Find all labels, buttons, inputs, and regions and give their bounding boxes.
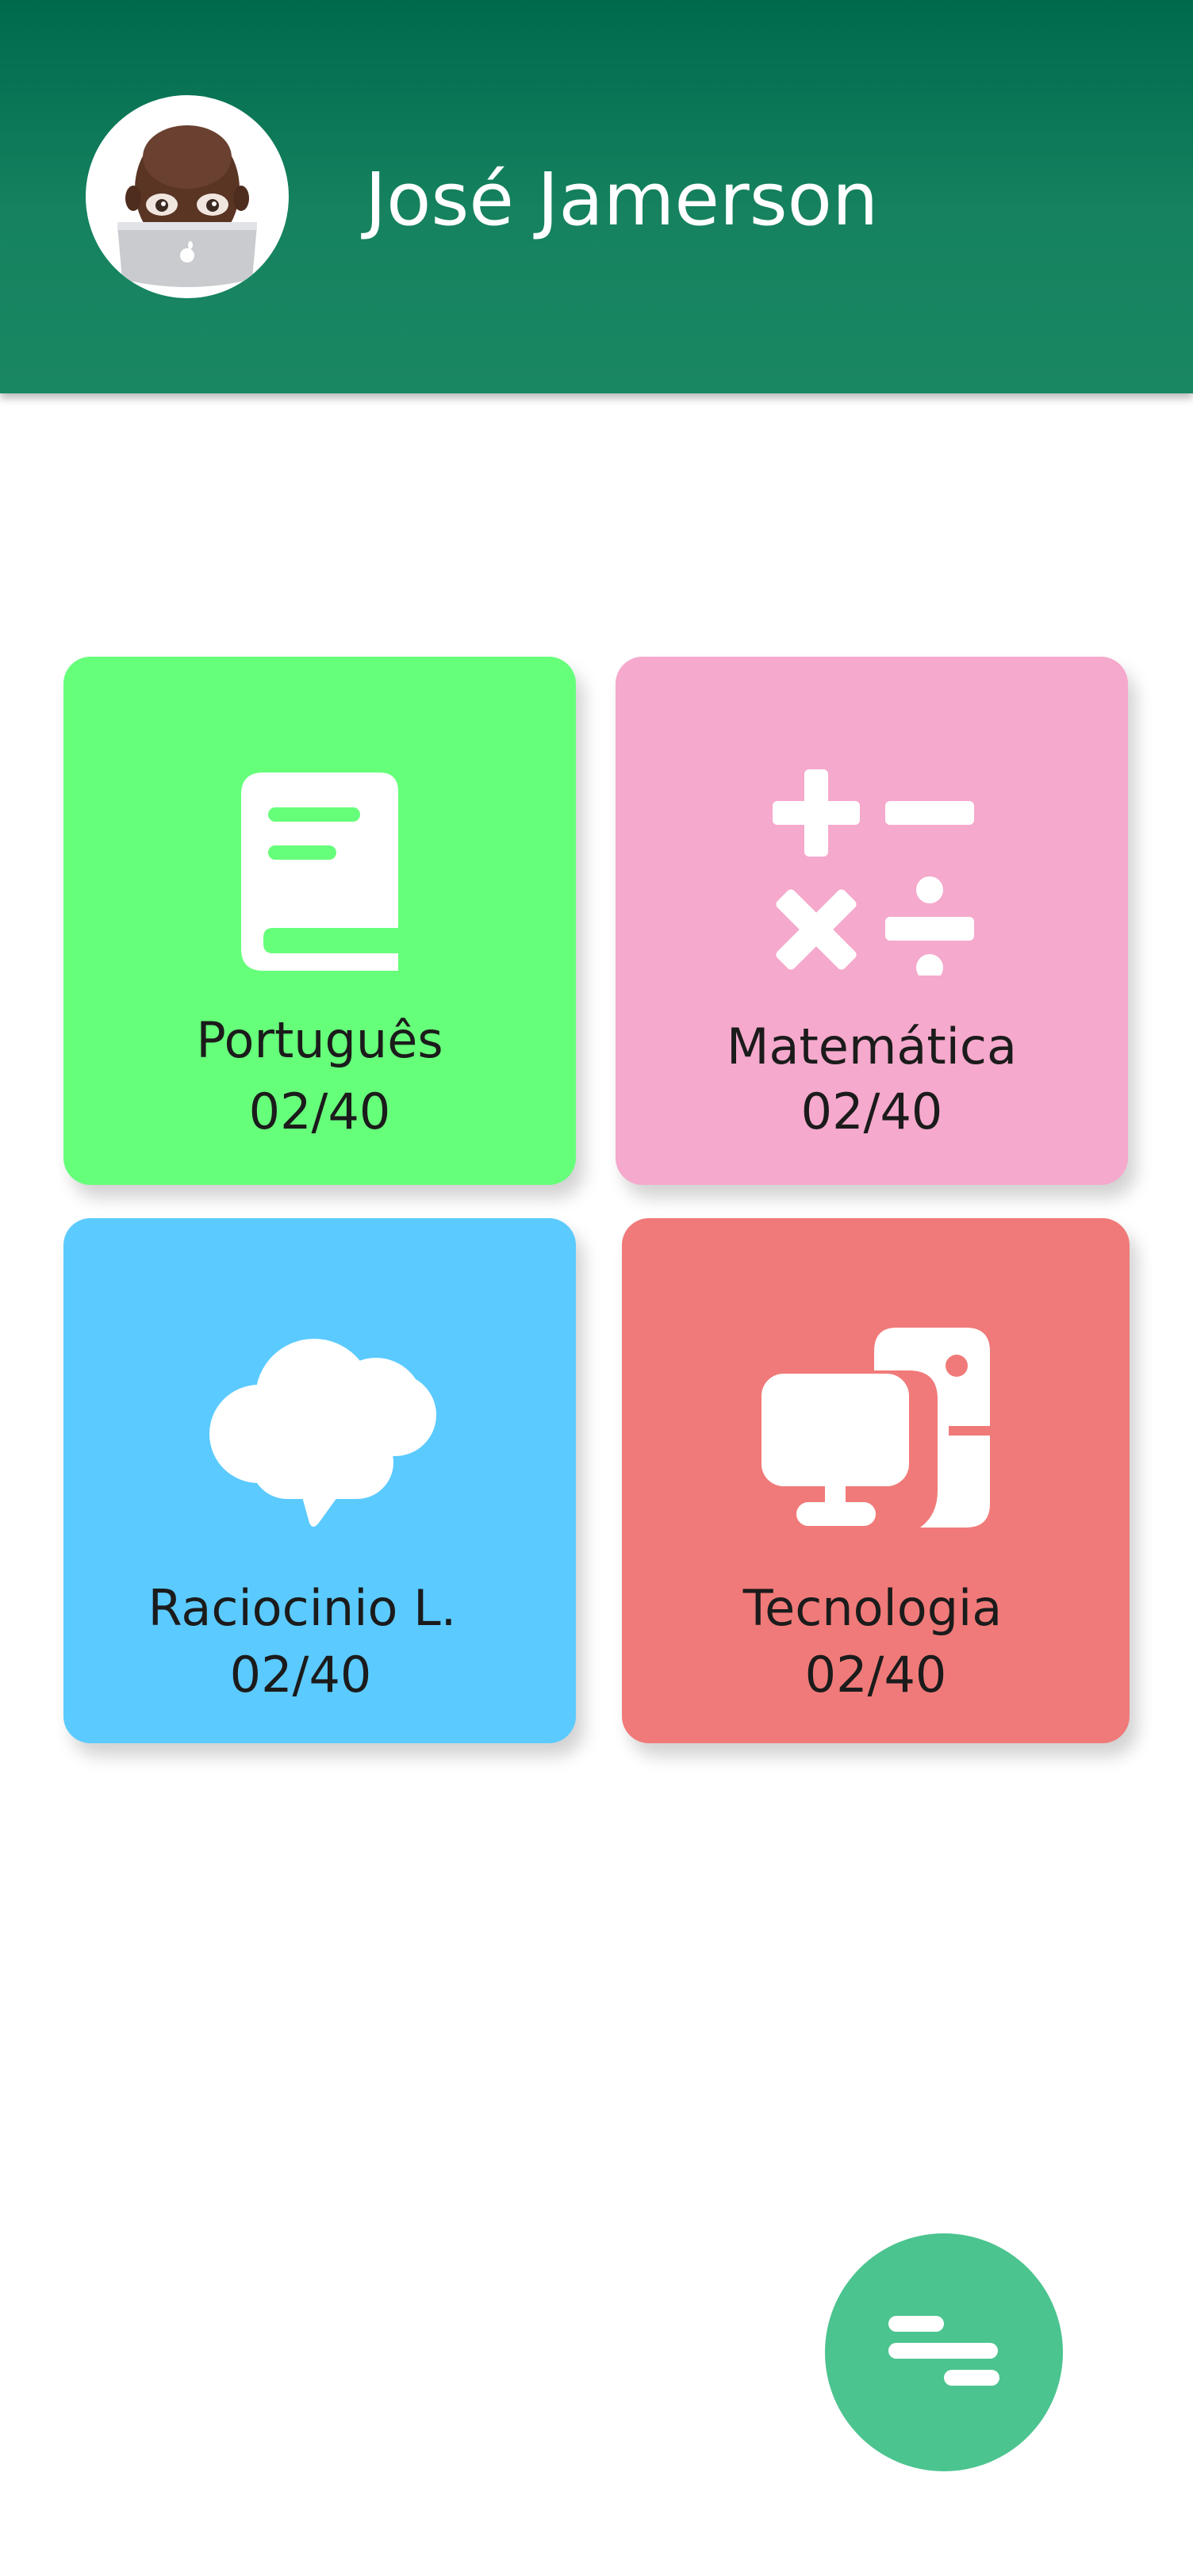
subject-score: 02/40 [800, 1083, 943, 1140]
subject-card-raciocinio[interactable]: Raciocinio L. 02/40 [63, 1218, 576, 1743]
subject-label: Raciocinio L. [148, 1579, 457, 1637]
subject-score: 02/40 [248, 1083, 391, 1140]
math-operations-icon [773, 769, 974, 976]
avatar[interactable] [86, 95, 289, 298]
computer-icon [761, 1328, 990, 1528]
brain-icon [209, 1339, 436, 1527]
memoji-avatar-icon [117, 125, 257, 287]
subject-label: Português [196, 1011, 443, 1069]
subject-score: 02/40 [804, 1646, 947, 1704]
subject-card-portugues[interactable]: Português 02/40 [63, 657, 576, 1185]
profile-header: José Jamerson [0, 0, 1193, 393]
filter-menu-button[interactable] [825, 2233, 1063, 2471]
home-screen: José Jamerson Português 02/40 Matemática… [0, 0, 1193, 2576]
subject-score: 02/40 [229, 1646, 372, 1704]
subject-label: Tecnologia [742, 1579, 1003, 1637]
subject-label: Matemática [727, 1018, 1017, 1075]
user-name: José Jamerson [365, 157, 879, 242]
subject-card-tecnologia[interactable]: Tecnologia 02/40 [622, 1218, 1130, 1743]
book-icon [241, 772, 398, 971]
subject-card-matematica[interactable]: Matemática 02/40 [616, 657, 1128, 1185]
filter-menu-icon [888, 2316, 999, 2386]
